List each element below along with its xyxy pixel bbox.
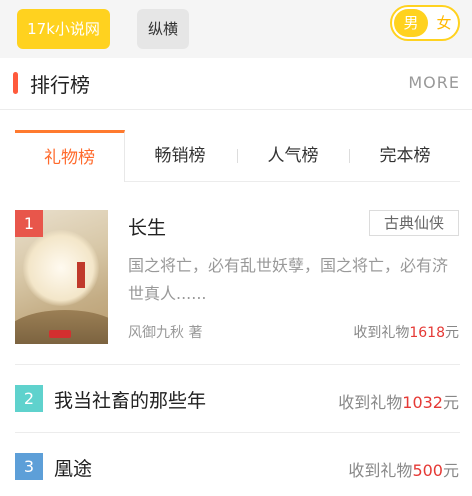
book-title[interactable]: 长生 <box>128 213 166 240</box>
zongheng-button[interactable]: 纵横 <box>137 9 189 49</box>
rank-badge: 3 <box>15 453 43 480</box>
gift-suffix: 元 <box>442 461 459 480</box>
book-author: 风御九秋 著 <box>128 325 203 341</box>
gift-prefix: 收到礼物 <box>348 461 413 480</box>
tabs-underline <box>125 181 460 182</box>
book-title[interactable]: 我当社畜的那些年 <box>54 386 206 413</box>
gender-toggle[interactable]: 男 女 <box>390 5 460 41</box>
cover-logo <box>49 330 71 338</box>
tab-bestseller[interactable]: 畅销榜 <box>125 130 235 182</box>
gift-suffix: 元 <box>442 393 459 412</box>
gender-female-option[interactable]: 女 <box>430 9 458 37</box>
tab-popular[interactable]: 人气榜 <box>238 130 348 182</box>
more-link[interactable]: MORE <box>408 73 460 92</box>
tab-gift[interactable]: 礼物榜 <box>15 130 125 182</box>
section-title: 排行榜 <box>30 73 90 97</box>
cover-hill <box>15 310 108 344</box>
gift-suffix: 元 <box>445 325 459 341</box>
gift-count: 收到礼物1618元 <box>353 322 459 342</box>
genre-tag: 古典仙侠 <box>369 210 459 236</box>
gift-count: 收到礼物500元 <box>348 457 459 481</box>
book-title[interactable]: 凰途 <box>54 454 92 481</box>
gift-number: 1032 <box>402 393 443 412</box>
list-divider <box>15 432 460 433</box>
ranking-section-header: 排行榜 MORE <box>0 58 472 110</box>
rank-badge: 1 <box>15 210 43 237</box>
cover-stamp <box>77 262 85 288</box>
gift-prefix: 收到礼物 <box>353 325 410 341</box>
gift-number: 1618 <box>409 325 445 341</box>
tab-completed[interactable]: 完本榜 <box>350 130 460 182</box>
section-accent-bar <box>13 72 18 94</box>
cover-moon <box>23 230 99 306</box>
gift-prefix: 收到礼物 <box>338 393 403 412</box>
rank-badge: 2 <box>15 385 43 412</box>
site-17k-button[interactable]: 17k小说网 <box>17 9 110 49</box>
list-divider <box>15 364 460 365</box>
gift-count: 收到礼物1032元 <box>338 389 459 413</box>
top-bar: 17k小说网 纵横 男 女 <box>0 0 472 58</box>
ranking-tabs: 礼物榜 畅销榜 人气榜 完本榜 <box>15 130 460 182</box>
gift-number: 500 <box>412 461 443 480</box>
gender-male-option[interactable]: 男 <box>394 9 428 37</box>
book-synopsis: 国之将亡，必有乱世妖孽，国之将亡，必有济世真人...... <box>128 256 449 303</box>
